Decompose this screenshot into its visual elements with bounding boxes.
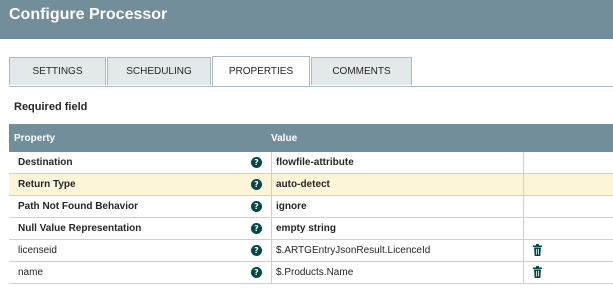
- property-value: $.ARTGEntryJsonResult.LicenceId: [276, 245, 431, 256]
- property-name: Destination: [18, 157, 73, 168]
- properties-table: Property Value Destination ? flowfile-at…: [9, 124, 613, 284]
- value-cell[interactable]: auto-detect: [271, 174, 524, 195]
- property-cell: Path Not Found Behavior ?: [9, 196, 272, 217]
- value-cell[interactable]: $.ARTGEntryJsonResult.LicenceId: [271, 240, 524, 261]
- help-icon[interactable]: ?: [251, 223, 262, 234]
- value-cell[interactable]: $.Products.Name: [271, 262, 524, 283]
- property-value: $.Products.Name: [276, 267, 354, 278]
- table-row[interactable]: Null Value Representation ? empty string: [9, 218, 613, 240]
- property-value: empty string: [276, 223, 337, 234]
- help-icon[interactable]: ?: [251, 201, 262, 212]
- table-row[interactable]: Return Type ? auto-detect: [9, 174, 613, 196]
- property-name: Return Type: [18, 179, 76, 190]
- table-row[interactable]: Destination ? flowfile-attribute: [9, 152, 613, 174]
- help-icon[interactable]: ?: [251, 267, 262, 278]
- property-cell: licenseid ?: [9, 240, 272, 261]
- tab-settings[interactable]: SETTINGS: [9, 57, 106, 85]
- table-row[interactable]: name ? $.Products.Name: [9, 262, 613, 284]
- tab-scheduling[interactable]: SCHEDULING: [107, 57, 211, 85]
- property-cell: Null Value Representation ?: [9, 218, 272, 239]
- trash-icon[interactable]: [533, 266, 542, 278]
- value-cell[interactable]: ignore: [271, 196, 524, 217]
- dialog-header: Configure Processor: [0, 0, 613, 39]
- property-cell: name ?: [9, 262, 272, 283]
- tab-comments[interactable]: COMMENTS: [311, 57, 412, 85]
- help-icon[interactable]: ?: [251, 179, 262, 190]
- table-header: Property Value: [9, 124, 613, 152]
- tab-bar: SETTINGS SCHEDULING PROPERTIES COMMENTS: [9, 56, 613, 87]
- value-cell[interactable]: empty string: [271, 218, 524, 239]
- property-value: ignore: [276, 201, 307, 212]
- property-value: flowfile-attribute: [276, 157, 354, 168]
- trash-icon[interactable]: [533, 244, 542, 256]
- table-row[interactable]: Path Not Found Behavior ? ignore: [9, 196, 613, 218]
- property-name: Path Not Found Behavior: [18, 201, 138, 212]
- property-cell: Return Type ?: [9, 174, 272, 195]
- help-icon[interactable]: ?: [251, 245, 262, 256]
- property-name: Null Value Representation: [18, 223, 142, 234]
- property-cell: Destination ?: [9, 152, 272, 173]
- help-icon[interactable]: ?: [251, 157, 262, 168]
- required-field-note: Required field: [14, 101, 88, 113]
- table-row[interactable]: licenseid ? $.ARTGEntryJsonResult.Licenc…: [9, 240, 613, 262]
- value-cell[interactable]: flowfile-attribute: [271, 152, 524, 173]
- column-header-value[interactable]: Value: [271, 133, 297, 144]
- property-name: licenseid: [18, 245, 57, 256]
- property-name: name: [18, 267, 44, 278]
- column-header-property[interactable]: Property: [14, 133, 55, 144]
- property-value: auto-detect: [276, 179, 330, 190]
- dialog-title: Configure Processor: [9, 6, 168, 23]
- tab-properties[interactable]: PROPERTIES: [212, 56, 310, 86]
